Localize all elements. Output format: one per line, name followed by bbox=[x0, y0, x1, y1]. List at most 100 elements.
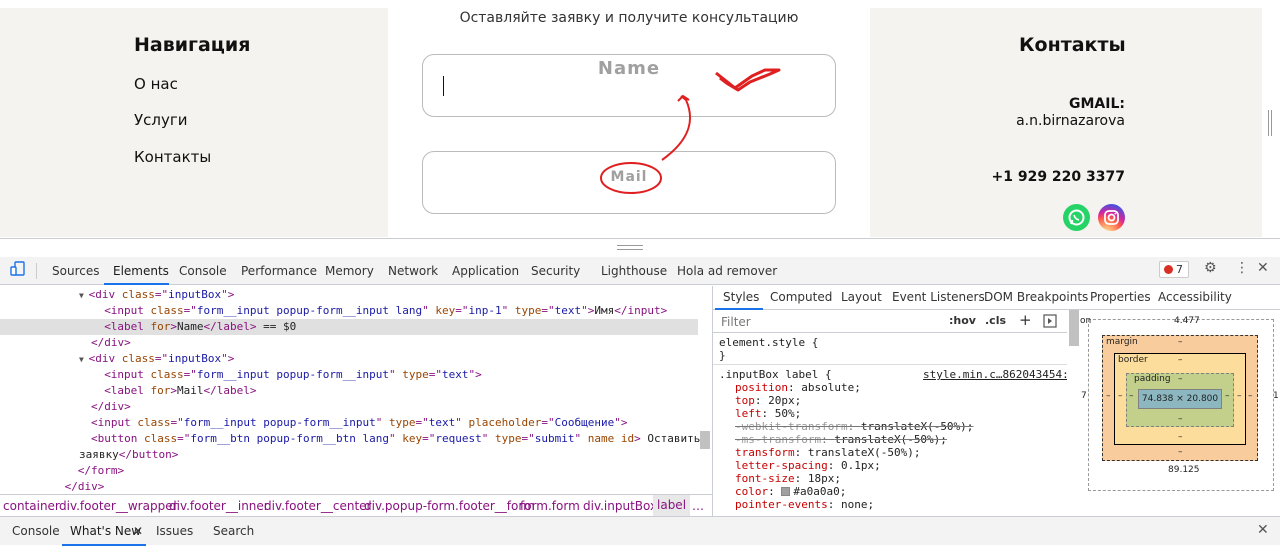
close-drawer-icon[interactable]: ✕ bbox=[1257, 522, 1269, 538]
tab-properties[interactable]: Properties bbox=[1090, 290, 1151, 304]
css-property[interactable]: font-size: 18px; bbox=[735, 472, 841, 485]
breadcrumb-item[interactable]: … bbox=[692, 499, 704, 513]
css-property[interactable]: -webkit-transform: translateX(-50%); bbox=[735, 420, 973, 433]
border-right-value[interactable]: – bbox=[1237, 391, 1242, 401]
tab-dom-breakpoints[interactable]: DOM Breakpoints bbox=[984, 290, 1088, 304]
devtools-tab-bar: Sources Elements Console Performance Mem… bbox=[0, 257, 1280, 285]
css-property[interactable]: position: absolute; bbox=[735, 381, 861, 394]
dom-node-line[interactable]: ▼ <div class="inputBox"> bbox=[79, 351, 234, 367]
tab-computed[interactable]: Computed bbox=[770, 290, 832, 304]
border-top-value[interactable]: – bbox=[1178, 355, 1183, 365]
error-count-badge[interactable]: 7 bbox=[1159, 261, 1189, 278]
breadcrumb-item[interactable]: div.footer__wrapper bbox=[59, 499, 178, 513]
element-style-open[interactable]: element.style { bbox=[719, 336, 818, 349]
margin-left-value[interactable]: – bbox=[1106, 391, 1111, 401]
dom-node-line[interactable]: <input class="form__input popup-form__in… bbox=[104, 303, 667, 319]
breadcrumb-item[interactable]: div.inputBox bbox=[583, 499, 657, 513]
position-bottom-value[interactable]: 89.125 bbox=[1168, 465, 1200, 475]
expand-arrow-icon[interactable]: ▼ bbox=[79, 291, 89, 300]
rule-source-link[interactable]: style.min.c…862043454:1 bbox=[923, 368, 1067, 381]
position-top-value[interactable]: 4.477 bbox=[1174, 316, 1200, 326]
hov-button[interactable]: :hov bbox=[949, 314, 976, 327]
css-property[interactable]: letter-spacing: 0.1px; bbox=[735, 459, 881, 472]
drawer-tab-bar: Console What's New ✕ Issues Search ✕ bbox=[0, 516, 1280, 546]
dom-node-line[interactable]: <input class="form__input popup-form__in… bbox=[91, 415, 628, 431]
css-property[interactable]: pointer-events: none; bbox=[735, 498, 874, 511]
border-left-value[interactable]: – bbox=[1118, 391, 1123, 401]
cls-button[interactable]: .cls bbox=[985, 314, 1006, 327]
padding-bottom-value[interactable]: – bbox=[1178, 414, 1183, 424]
dom-node-line[interactable]: ▼ <div class="inputBox"> bbox=[79, 287, 234, 303]
more-options-icon[interactable]: ⋮ bbox=[1235, 260, 1249, 276]
css-property[interactable]: top: 20px; bbox=[735, 394, 801, 407]
padding-top-value[interactable]: – bbox=[1178, 374, 1183, 384]
margin-top-value[interactable]: – bbox=[1178, 337, 1183, 347]
styles-scrollbar-thumb[interactable] bbox=[1069, 310, 1079, 346]
css-property[interactable]: transform: translateX(-50%); bbox=[735, 446, 920, 459]
margin-bottom-value[interactable]: – bbox=[1178, 447, 1183, 457]
css-property[interactable]: color: #a0a0a0; bbox=[735, 485, 846, 498]
elements-scrollbar-thumb[interactable] bbox=[700, 431, 710, 449]
settings-gear-icon[interactable]: ⚙ bbox=[1204, 260, 1217, 276]
device-toggle-icon[interactable] bbox=[10, 261, 26, 281]
position-right-value[interactable]: 1 bbox=[1273, 391, 1279, 401]
dom-node-line[interactable]: </div> bbox=[91, 399, 131, 415]
error-icon bbox=[1164, 265, 1173, 274]
breadcrumb-item[interactable]: div.footer__inner bbox=[169, 499, 269, 513]
dom-node-line[interactable]: </form> bbox=[78, 463, 124, 479]
dom-node-line[interactable]: <label for>Name</label> == $0 bbox=[104, 319, 296, 335]
breadcrumb-item[interactable]: container bbox=[3, 499, 60, 513]
dom-node-line[interactable]: </div> bbox=[91, 335, 131, 351]
tab-lighthouse[interactable]: Lighthouse bbox=[601, 264, 667, 278]
dom-node-line[interactable]: <input class="form__input popup-form__in… bbox=[104, 367, 482, 383]
padding-left-value[interactable]: – bbox=[1129, 391, 1134, 401]
padding-label: padding bbox=[1134, 374, 1171, 384]
breadcrumb-item[interactable]: label bbox=[653, 495, 691, 516]
dom-node-line[interactable]: <button class="form__btn popup-form__btn… bbox=[91, 431, 700, 447]
styles-filter-input[interactable]: Filter bbox=[721, 315, 751, 329]
border-bottom-value[interactable]: – bbox=[1178, 432, 1183, 442]
tab-memory[interactable]: Memory bbox=[325, 264, 374, 278]
rule-selector[interactable]: .inputBox label { bbox=[719, 368, 832, 381]
tab-hola-ad-remover[interactable]: Hola ad remover bbox=[677, 264, 777, 278]
tab-sources[interactable]: Sources bbox=[52, 264, 99, 278]
breadcrumb-item[interactable]: form.form bbox=[520, 499, 580, 513]
close-whats-new-icon[interactable]: ✕ bbox=[133, 524, 143, 538]
tab-styles[interactable]: Styles bbox=[723, 290, 759, 304]
dom-node-line[interactable]: <label for>Mail</label> bbox=[104, 383, 256, 399]
dom-node-line[interactable]: </div> bbox=[65, 479, 105, 494]
resize-handle[interactable] bbox=[617, 245, 643, 250]
position-left-value[interactable]: 7 bbox=[1081, 391, 1087, 401]
tab-network[interactable]: Network bbox=[388, 264, 438, 278]
tab-event-listeners[interactable]: Event Listeners bbox=[892, 290, 985, 304]
css-property[interactable]: left: 50%; bbox=[735, 407, 801, 420]
toggle-sidebar-icon[interactable] bbox=[1043, 314, 1057, 332]
tab-console[interactable]: Console bbox=[179, 264, 227, 278]
tab-elements[interactable]: Elements bbox=[113, 264, 169, 278]
close-devtools-icon[interactable]: ✕ bbox=[1257, 260, 1269, 276]
page-viewport: Навигация О нас Услуги Контакты Оставляй… bbox=[0, 0, 1280, 238]
margin-right-value[interactable]: – bbox=[1248, 391, 1253, 401]
breadcrumb-item[interactable]: div.footer__center bbox=[264, 499, 371, 513]
color-swatch[interactable] bbox=[781, 487, 791, 496]
expand-arrow-icon[interactable]: ▼ bbox=[79, 355, 89, 364]
page-scrollbar-thumb[interactable] bbox=[1268, 110, 1272, 136]
tab-layout[interactable]: Layout bbox=[841, 290, 882, 304]
rule-separator bbox=[713, 364, 1067, 365]
drawer-tab-issues[interactable]: Issues bbox=[156, 524, 193, 538]
breadcrumb-item[interactable]: div.popup-form.footer__form bbox=[364, 499, 535, 513]
sidebar-tab-bar: Styles Computed Layout Event Listeners D… bbox=[713, 286, 1280, 310]
tab-security[interactable]: Security bbox=[531, 264, 580, 278]
new-style-rule-button[interactable]: + bbox=[1019, 311, 1032, 329]
padding-right-value[interactable]: – bbox=[1225, 391, 1230, 401]
tab-accessibility[interactable]: Accessibility bbox=[1158, 290, 1232, 304]
tab-performance[interactable]: Performance bbox=[241, 264, 317, 278]
box-model-content-size[interactable]: 74.838 × 20.800 bbox=[1138, 389, 1222, 409]
tab-application[interactable]: Application bbox=[452, 264, 519, 278]
css-property[interactable]: -ms-transform: translateX(-50%); bbox=[735, 433, 947, 446]
drawer-tab-console[interactable]: Console bbox=[12, 524, 60, 538]
drawer-tab-search[interactable]: Search bbox=[213, 524, 254, 538]
dom-node-line[interactable]: заявку</button> bbox=[79, 447, 178, 463]
style-rules-list: element.style { } .inputBox label { styl… bbox=[713, 334, 1067, 516]
drawer-tab-whats-new[interactable]: What's New bbox=[70, 524, 141, 538]
